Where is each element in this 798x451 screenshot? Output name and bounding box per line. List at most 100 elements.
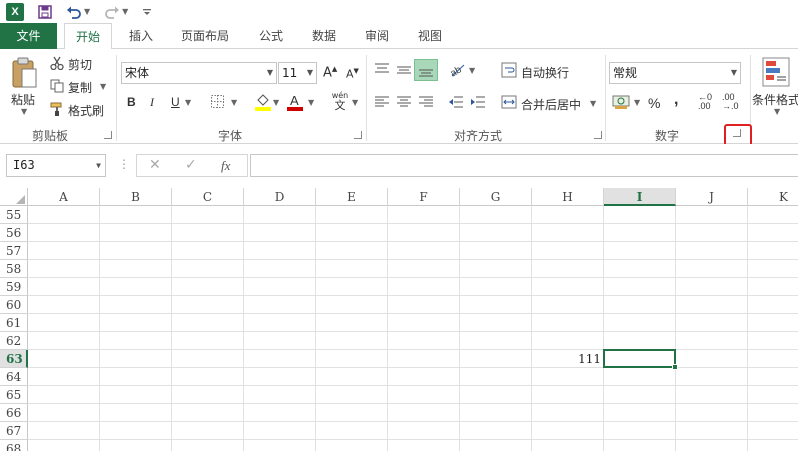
customize-qat-icon[interactable] (142, 7, 152, 17)
conditional-formatting-dropdown-icon[interactable]: ▼ (774, 107, 780, 116)
conditional-formatting-button[interactable]: 条件格式 (752, 91, 798, 108)
row-header-65[interactable]: 65 (0, 386, 28, 404)
merge-center-icon[interactable] (501, 95, 517, 112)
column-header-c[interactable]: C (172, 188, 244, 206)
copy-dropdown-icon[interactable]: ▼ (100, 82, 106, 91)
active-cell[interactable] (603, 349, 676, 368)
increase-font-size-button[interactable]: A▲ (323, 65, 337, 80)
wrap-text-icon[interactable] (501, 62, 517, 81)
paste-icon[interactable] (10, 57, 38, 92)
copy-icon[interactable] (50, 79, 64, 96)
phonetic-guide-icon[interactable]: wén 文 (330, 91, 350, 112)
column-header-e[interactable]: E (316, 188, 388, 206)
cell-h63[interactable]: 111 (532, 352, 601, 366)
wrap-text-button[interactable]: 自动换行 (521, 64, 569, 81)
font-dialog-launcher-icon[interactable] (354, 131, 362, 139)
row-header-63[interactable]: 63 (0, 350, 28, 368)
alignment-dialog-launcher-icon[interactable] (594, 131, 602, 139)
redo-dropdown-icon[interactable]: ▼ (122, 7, 128, 16)
formula-input[interactable] (250, 154, 798, 177)
italic-button[interactable]: I (150, 95, 154, 110)
font-size-select[interactable]: 11 ▼ (278, 62, 317, 84)
row-header-58[interactable]: 58 (0, 260, 28, 278)
row-header-68[interactable]: 68 (0, 440, 28, 451)
tab-review[interactable]: 审阅 (356, 23, 398, 49)
format-painter-button[interactable]: 格式刷 (68, 102, 104, 119)
top-align-icon[interactable] (374, 62, 390, 81)
name-box[interactable]: I63 ▼ (6, 154, 106, 177)
cancel-icon[interactable]: ✕ (149, 157, 161, 173)
borders-dropdown-icon[interactable]: ▼ (231, 98, 237, 107)
number-format-select[interactable]: 常规 ▼ (609, 62, 741, 84)
paste-dropdown-icon[interactable]: ▼ (21, 107, 27, 116)
copy-button[interactable]: 复制 (68, 79, 92, 96)
enter-icon[interactable]: ✓ (185, 157, 197, 173)
underline-dropdown-icon[interactable]: ▼ (185, 98, 191, 107)
bold-button[interactable]: B (127, 95, 136, 109)
fill-color-icon[interactable] (255, 93, 271, 114)
column-header-f[interactable]: F (388, 188, 460, 206)
formula-bar-splitter-icon[interactable]: ⋮ (118, 157, 130, 171)
row-header-55[interactable]: 55 (0, 206, 28, 224)
paste-button[interactable]: 粘贴 (11, 91, 35, 108)
conditional-formatting-icon[interactable] (762, 57, 790, 90)
row-header-56[interactable]: 56 (0, 224, 28, 242)
underline-button[interactable]: U (171, 95, 180, 109)
align-left-icon[interactable] (374, 95, 390, 112)
accounting-dropdown-icon[interactable]: ▼ (634, 98, 640, 107)
column-header-b[interactable]: B (100, 188, 172, 206)
undo-icon[interactable]: ▼ (66, 5, 90, 19)
merge-center-dropdown-icon[interactable]: ▼ (590, 99, 596, 108)
column-header-h[interactable]: H (532, 188, 604, 206)
cut-icon[interactable] (50, 56, 64, 73)
row-header-59[interactable]: 59 (0, 278, 28, 296)
tab-formulas[interactable]: 公式 (250, 23, 292, 49)
row-header-60[interactable]: 60 (0, 296, 28, 314)
row-header-62[interactable]: 62 (0, 332, 28, 350)
fill-handle[interactable] (672, 364, 678, 370)
format-painter-icon[interactable] (50, 102, 64, 119)
excel-logo-icon[interactable]: X (6, 2, 24, 21)
row-header-67[interactable]: 67 (0, 422, 28, 440)
insert-function-icon[interactable]: fx (221, 158, 230, 174)
accounting-format-icon[interactable] (612, 95, 630, 112)
column-header-a[interactable]: A (28, 188, 100, 206)
worksheet-grid[interactable]: ABCDEFGHIJK 55 56 57 58 59 60 61 62 63 64 65 66 67 68… (0, 188, 798, 451)
borders-icon[interactable] (211, 95, 224, 111)
redo-icon[interactable]: ▼ (104, 5, 128, 19)
orientation-dropdown-icon[interactable]: ▼ (469, 66, 475, 75)
clipboard-dialog-launcher-icon[interactable] (104, 131, 112, 139)
decrease-indent-icon[interactable] (448, 95, 464, 112)
percent-style-button[interactable]: % (648, 95, 660, 111)
increase-indent-icon[interactable] (470, 95, 486, 112)
tab-insert[interactable]: 插入 (120, 23, 162, 49)
tab-page-layout[interactable]: 页面布局 (172, 23, 238, 49)
tab-file[interactable]: 文件 (0, 23, 57, 49)
column-header-k[interactable]: K (748, 188, 798, 206)
fill-color-dropdown-icon[interactable]: ▼ (273, 98, 279, 107)
orientation-icon[interactable]: ab (448, 61, 468, 80)
bottom-align-icon[interactable] (414, 59, 438, 81)
column-header-d[interactable]: D (244, 188, 316, 206)
select-all-button[interactable] (0, 188, 28, 206)
tab-home[interactable]: 开始 (64, 23, 112, 50)
phonetic-dropdown-icon[interactable]: ▼ (352, 98, 358, 107)
align-right-icon[interactable] (418, 95, 434, 112)
undo-dropdown-icon[interactable]: ▼ (84, 7, 90, 16)
cut-button[interactable]: 剪切 (68, 56, 92, 73)
tab-data[interactable]: 数据 (303, 23, 345, 49)
font-name-select[interactable]: 宋体 ▼ (121, 62, 277, 84)
decrease-font-size-button[interactable]: A▼ (346, 67, 359, 81)
column-header-g[interactable]: G (460, 188, 532, 206)
font-color-dropdown-icon[interactable]: ▼ (308, 98, 314, 107)
middle-align-icon[interactable] (396, 62, 412, 81)
column-header-j[interactable]: J (676, 188, 748, 206)
row-header-57[interactable]: 57 (0, 242, 28, 260)
align-center-icon[interactable] (396, 95, 412, 112)
column-header-i[interactable]: I (604, 188, 676, 206)
decrease-decimal-icon[interactable]: .00 →.0 (722, 93, 742, 111)
row-header-61[interactable]: 61 (0, 314, 28, 332)
comma-style-button[interactable]: , (674, 91, 678, 109)
row-header-64[interactable]: 64 (0, 368, 28, 386)
tab-view[interactable]: 视图 (409, 23, 451, 49)
